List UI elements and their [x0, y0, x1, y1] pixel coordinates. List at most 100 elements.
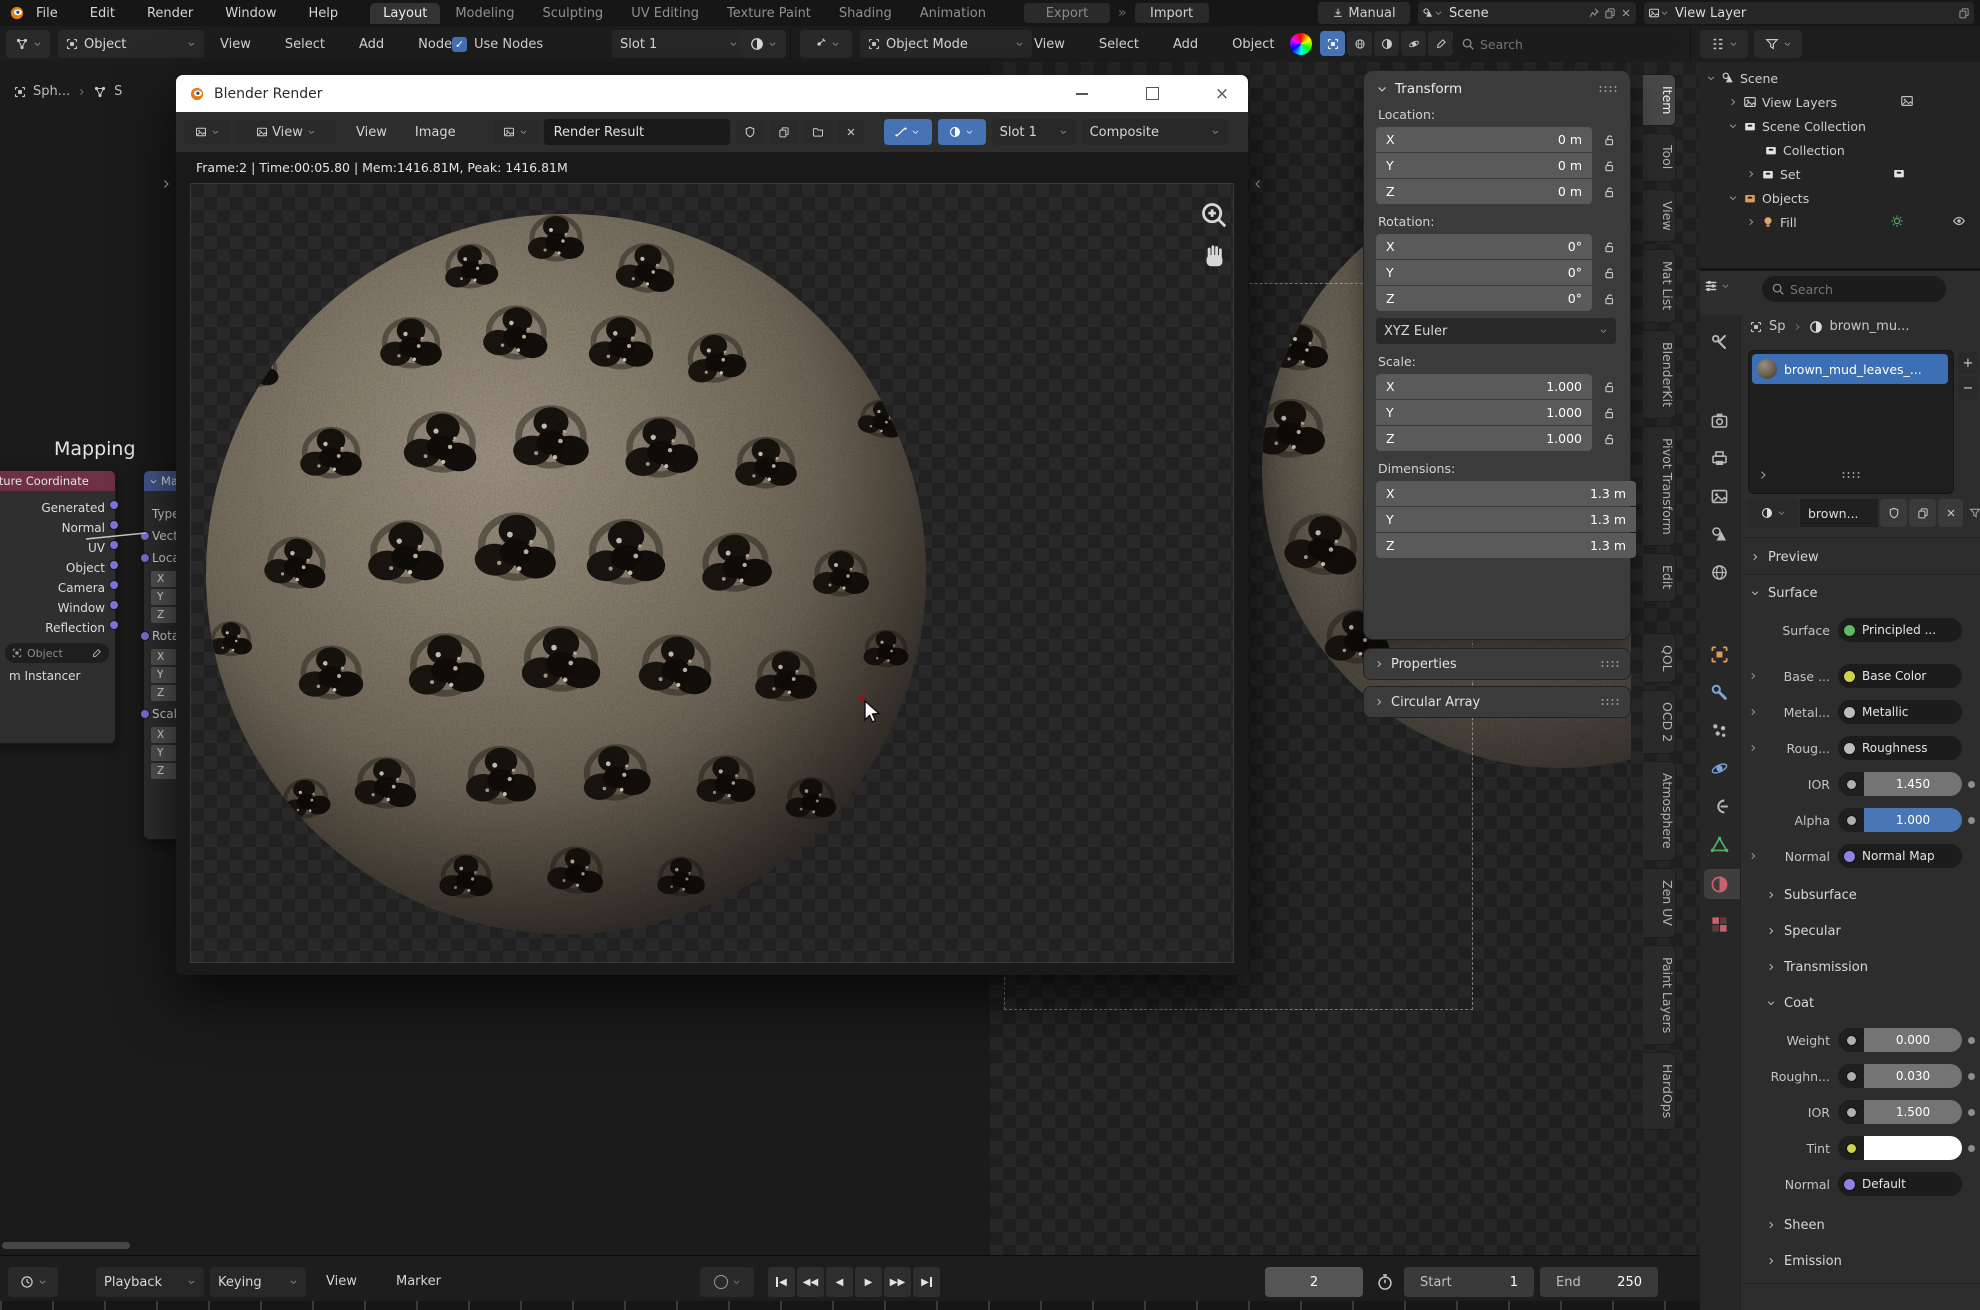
pin-icon[interactable]	[1588, 7, 1600, 19]
shading-wireframe-button[interactable]	[1347, 31, 1372, 56]
outliner-row-scene[interactable]: Scene	[1706, 66, 1778, 90]
value-slider[interactable]: X0°	[1376, 234, 1592, 259]
coat-tint-color-swatch[interactable]	[1838, 1136, 1962, 1160]
sheen-section-header[interactable]: Sheen	[1700, 1210, 1980, 1240]
browse-material-button[interactable]	[1748, 499, 1798, 527]
animate-dot-icon[interactable]	[1968, 1145, 1975, 1152]
specular-section-header[interactable]: Specular	[1700, 916, 1980, 946]
material-name-field[interactable]: brown...	[1800, 499, 1878, 527]
from-instancer-label[interactable]: m Instancer	[9, 669, 80, 683]
circular-array-collapsed-panel[interactable]: Circular Array	[1363, 686, 1631, 718]
texture-coordinate-node[interactable]: Texture Coordinate Generated Normal UV O…	[0, 470, 116, 744]
filter-icon[interactable]	[1969, 507, 1980, 519]
shading-solid-button[interactable]	[1374, 31, 1399, 56]
play-reverse-button[interactable]: ◀	[826, 1267, 853, 1297]
value-slider[interactable]: Z0°	[1376, 286, 1592, 311]
breadcrumb-object[interactable]: Sp	[1769, 319, 1786, 334]
preview-panel-header[interactable]: Preview	[1700, 542, 1980, 572]
import-button[interactable]: Import	[1135, 3, 1209, 23]
view-channels-button[interactable]	[884, 119, 932, 145]
zoom-tool-icon[interactable]	[1199, 200, 1229, 230]
panel-grip-icon[interactable]	[1600, 698, 1620, 706]
manual-button[interactable]: Manual	[1318, 2, 1410, 24]
snap-button[interactable]	[800, 30, 852, 58]
view-menu[interactable]: View	[352, 125, 391, 140]
search-input[interactable]	[1762, 276, 1946, 302]
frame-start-field[interactable]: Start1	[1404, 1267, 1534, 1297]
xray-toggle-button[interactable]	[1320, 31, 1345, 56]
workspace-tab[interactable]: Layout	[370, 3, 440, 24]
coat-normal-button[interactable]: Default	[1838, 1172, 1962, 1196]
viewport-search[interactable]	[1452, 31, 1680, 57]
expand-closed-icon[interactable]	[1746, 216, 1756, 228]
timeline-ruler[interactable]	[0, 1301, 1700, 1310]
outliner-row-view-layers[interactable]: View Layers	[1728, 90, 1837, 114]
current-frame-field[interactable]: 2	[1265, 1267, 1363, 1297]
render-slot-dropdown[interactable]: Slot 1	[992, 119, 1076, 145]
animate-dot-icon[interactable]	[1968, 1037, 1975, 1044]
interaction-mode-dropdown[interactable]: Object Mode	[860, 30, 1032, 58]
duplicate-material-button[interactable]	[1909, 499, 1936, 527]
coat-roughness-slider[interactable]: 0.030	[1838, 1064, 1962, 1088]
unlink-icon[interactable]	[1620, 7, 1632, 19]
auto-keying-toggle[interactable]	[700, 1267, 754, 1297]
normal-map-button[interactable]: Normal Map	[1838, 844, 1962, 868]
export-button[interactable]: Export	[1024, 3, 1110, 23]
editor-type-button[interactable]	[1704, 279, 1730, 293]
outliner-row-scene-collection[interactable]: Scene Collection	[1728, 114, 1866, 138]
coat-ior-slider[interactable]: 1.500	[1838, 1100, 1962, 1124]
output-socket[interactable]	[109, 600, 119, 610]
workspace-tab[interactable]: Animation	[907, 3, 999, 24]
collapse-icon[interactable]	[149, 477, 158, 486]
sidebar-tab[interactable]: Mat List	[1643, 249, 1676, 322]
object-tab-icon[interactable]	[1710, 645, 1729, 664]
output-tab-icon[interactable]	[1710, 449, 1729, 468]
transmission-section-header[interactable]: Transmission	[1700, 952, 1980, 982]
outliner-display-mode-button[interactable]	[1700, 30, 1748, 58]
view-layer-tab-icon[interactable]	[1710, 487, 1729, 506]
expand-open-icon[interactable]	[1728, 192, 1738, 204]
window-titlebar[interactable]: Blender Render ×	[176, 75, 1248, 112]
view-layer-icon[interactable]	[1900, 94, 1914, 108]
rotation-mode-dropdown[interactable]: XYZ Euler	[1376, 318, 1616, 344]
alpha-slider[interactable]: 1.000	[1838, 808, 1962, 832]
value-slider[interactable]: Y1.3 m	[1376, 507, 1636, 532]
outliner-row-fill[interactable]: Fill	[1746, 210, 1797, 234]
value-slider[interactable]: Y0 m	[1376, 153, 1592, 178]
jump-to-end-button[interactable]: ▶	[913, 1267, 940, 1297]
horizontal-scrollbar[interactable]	[2, 1242, 130, 1249]
object-field[interactable]: Object	[5, 643, 109, 663]
list-expand-icon[interactable]	[1757, 469, 1769, 481]
eye-visibility-icon[interactable]	[1952, 214, 1966, 228]
playback-menu[interactable]: Playback	[96, 1267, 204, 1297]
new-copy-icon[interactable]	[1604, 7, 1616, 19]
lock-icon[interactable]	[1602, 406, 1616, 420]
lock-icon[interactable]	[1602, 185, 1616, 199]
subsurface-section-header[interactable]: Subsurface	[1700, 880, 1980, 910]
editor-type-button[interactable]	[6, 30, 50, 58]
workspace-tab[interactable]: Shading	[826, 3, 905, 24]
sidebar-tab[interactable]: Edit	[1643, 553, 1676, 601]
menubar-item[interactable]: Help	[305, 6, 343, 21]
sidebar-tab[interactable]: View	[1643, 189, 1676, 243]
sidebar-tab[interactable]: QOL	[1643, 633, 1676, 684]
principled-shader-button[interactable]: Principled ...	[1838, 618, 1962, 642]
emission-section-header[interactable]: Emission	[1700, 1246, 1980, 1276]
shader-type-dropdown[interactable]: Object	[58, 30, 204, 58]
sidebar-tab[interactable]: Atmosphere	[1643, 761, 1676, 861]
previous-keyframe-button[interactable]: ◀◀	[797, 1267, 824, 1297]
open-image-button[interactable]	[804, 119, 832, 145]
input-socket[interactable]	[140, 709, 150, 719]
menubar-item[interactable]: Window	[221, 6, 280, 21]
outliner-filter-button[interactable]	[1754, 30, 1802, 58]
output-socket[interactable]	[109, 620, 119, 630]
value-slider[interactable]: Y1.000	[1376, 400, 1592, 425]
shading-material-button[interactable]	[1401, 31, 1426, 56]
lock-icon[interactable]	[1602, 292, 1616, 306]
viewport-menu-item[interactable]: View	[1030, 37, 1069, 52]
browse-material-button[interactable]	[740, 30, 786, 58]
fake-user-button[interactable]	[736, 119, 764, 145]
value-slider[interactable]: X1.000	[1376, 374, 1592, 399]
menubar-item[interactable]: Edit	[86, 6, 119, 21]
base-color-button[interactable]: Base Color	[1838, 664, 1962, 688]
